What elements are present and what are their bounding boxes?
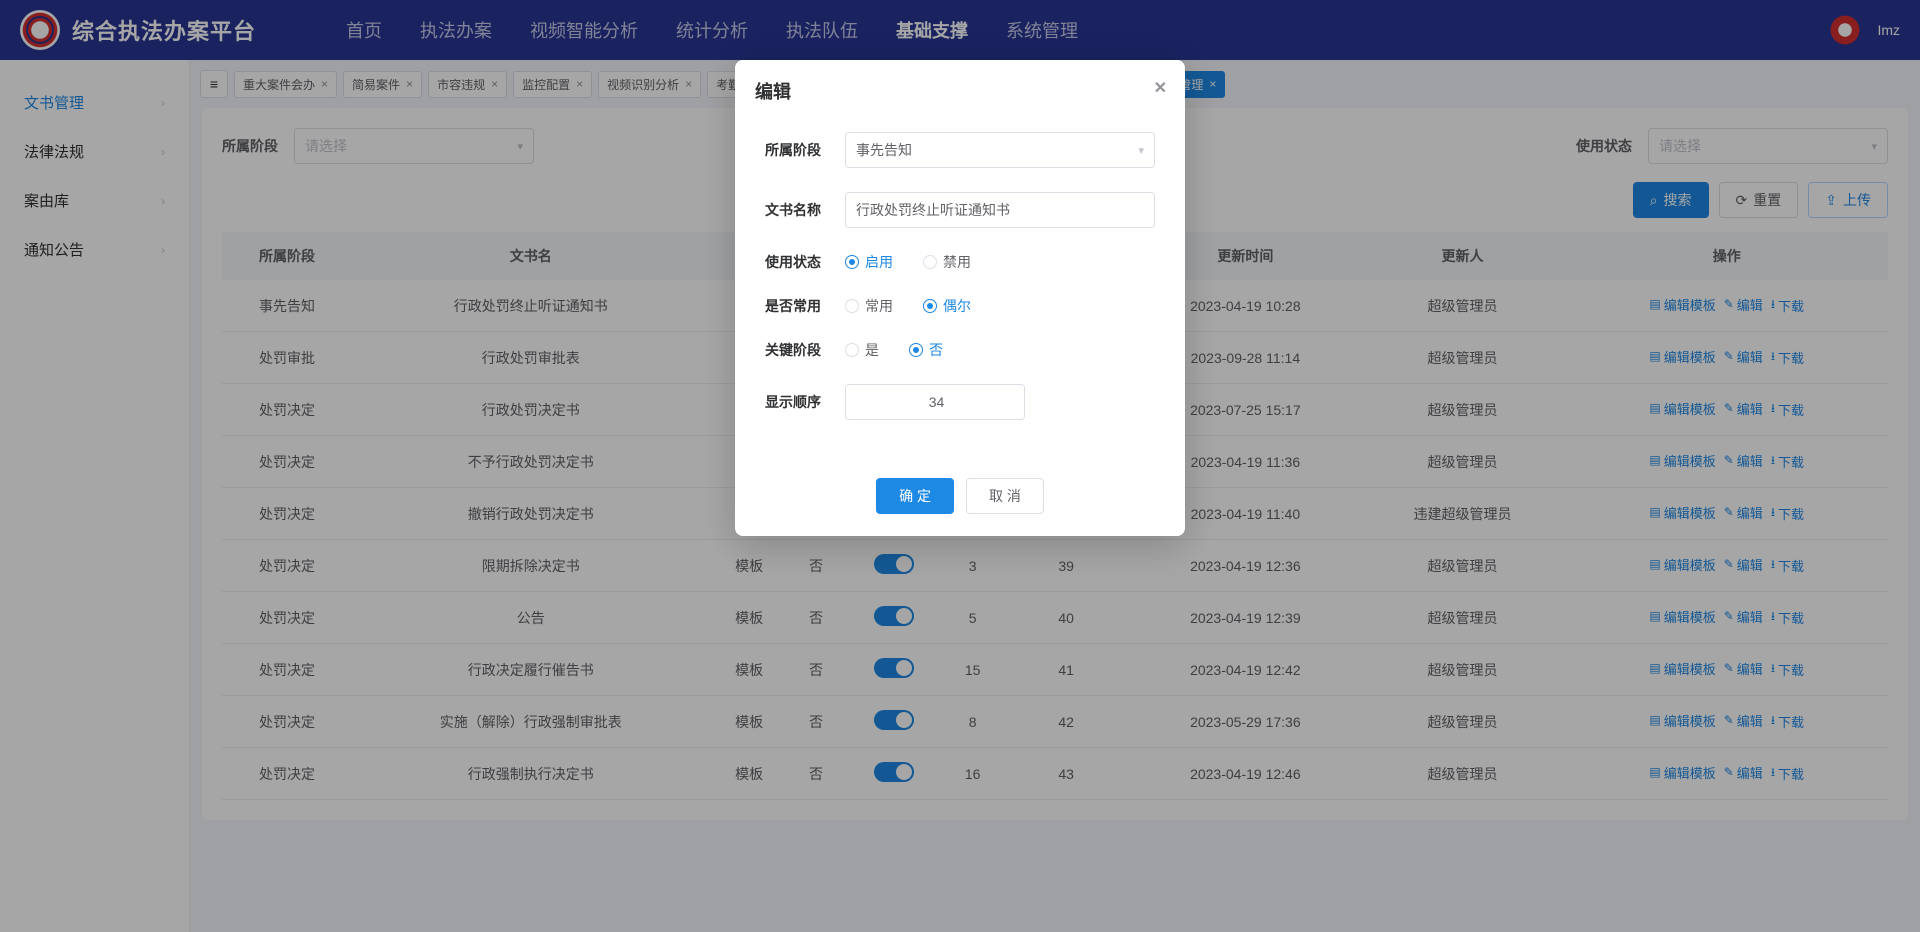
radio-freq-yes[interactable]: 常用 — [845, 296, 893, 316]
dialog-title: 编辑 — [755, 82, 791, 102]
edit-dialog: 编辑 ✕ 所属阶段 事先告知 ▾ 文书名称 使用状态 启用 禁用 — [735, 60, 1185, 536]
field-name-label: 文书名称 — [765, 200, 845, 220]
confirm-button[interactable]: 确 定 — [876, 478, 954, 514]
radio-status-enable[interactable]: 启用 — [845, 252, 893, 272]
field-stage-select[interactable]: 事先告知 ▾ — [845, 132, 1155, 168]
field-key-label: 关键阶段 — [765, 340, 845, 360]
field-status-label: 使用状态 — [765, 252, 845, 272]
field-freq-label: 是否常用 — [765, 296, 845, 316]
chevron-down-icon: ▾ — [1138, 144, 1144, 157]
radio-key-yes[interactable]: 是 — [845, 340, 879, 360]
radio-freq-no[interactable]: 偶尔 — [923, 296, 971, 316]
field-order-input[interactable] — [846, 385, 1025, 419]
radio-status-disable[interactable]: 禁用 — [923, 252, 971, 272]
cancel-button[interactable]: 取 消 — [966, 478, 1044, 514]
field-name-input[interactable] — [845, 192, 1155, 228]
close-icon[interactable]: ✕ — [1154, 78, 1167, 98]
field-order-stepper[interactable]: ▲ ▼ — [845, 384, 1025, 420]
radio-key-no[interactable]: 否 — [909, 340, 943, 360]
field-stage-label: 所属阶段 — [765, 140, 845, 160]
field-order-label: 显示顺序 — [765, 392, 845, 412]
